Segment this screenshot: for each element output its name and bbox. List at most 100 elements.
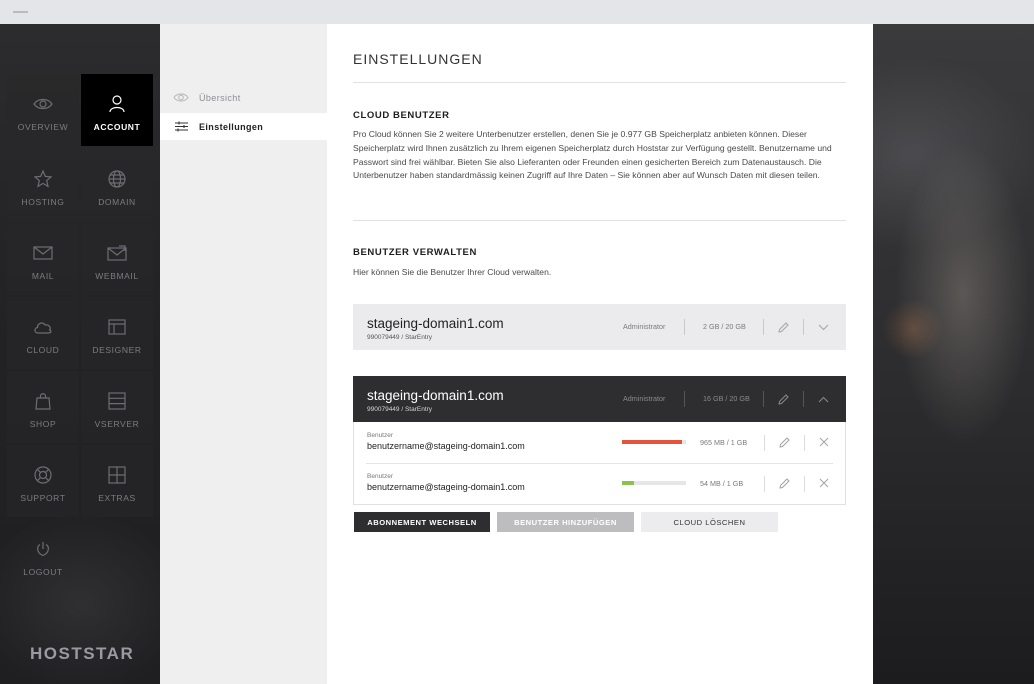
settings-panel: EINSTELLUNGEN CLOUD BENUTZER Pro Cloud k… (327, 24, 873, 684)
user-label: Benutzer (367, 473, 394, 480)
nav-label: DESIGNER (92, 345, 142, 355)
shopping-bag-icon (32, 391, 54, 411)
submenu-item-overview[interactable]: Übersicht (160, 84, 327, 111)
separator (763, 391, 764, 407)
domain-storage: 16 GB / 20 GB (703, 394, 750, 403)
domain-name: stageing-domain1.com (367, 388, 504, 403)
separator (684, 391, 685, 407)
separator (684, 319, 685, 335)
nav-cloud[interactable]: CLOUD (7, 297, 79, 369)
minimize-icon[interactable] (13, 11, 28, 13)
manage-users-heading: BENUTZER VERWALTEN (353, 247, 477, 258)
user-email: benutzername@stageing-domain1.com (367, 482, 525, 492)
separator (764, 476, 765, 492)
main-navigation: OVERVIEW ACCOUNT HOSTING DOMAIN MAIL WEB… (0, 24, 160, 684)
user-storage: 54 MB / 1 GB (700, 479, 744, 488)
edit-pencil-icon[interactable] (775, 319, 791, 335)
manage-users-description: Hier können Sie die Benutzer Ihrer Cloud… (353, 267, 552, 277)
cloud-icon (32, 317, 54, 337)
divider (353, 82, 846, 83)
close-icon[interactable] (816, 475, 832, 491)
nav-label: VSERVER (94, 419, 140, 429)
user-row: Benutzer benutzername@stageing-domain1.c… (354, 463, 845, 504)
webmail-icon (106, 243, 128, 263)
separator (804, 476, 805, 492)
user-row: Benutzer benutzername@stageing-domain1.c… (354, 422, 845, 463)
chevron-down-icon[interactable] (815, 319, 831, 335)
grid-icon (106, 465, 128, 485)
domain-row-expanded[interactable]: stageing-domain1.com 990079449 / StarEnt… (353, 376, 846, 422)
delete-cloud-button[interactable]: CLOUD LÖSCHEN (641, 512, 778, 532)
nav-label: CLOUD (26, 345, 60, 355)
nav-label: DOMAIN (98, 197, 136, 207)
nav-label: OVERVIEW (17, 122, 69, 132)
nav-support[interactable]: SUPPORT (7, 445, 79, 517)
nav-hosting[interactable]: HOSTING (7, 149, 79, 221)
domain-name: stageing-domain1.com (367, 316, 504, 331)
separator (803, 391, 804, 407)
storage-usage-fill (622, 481, 634, 485)
hoststar-logo: HOSTSTAR (30, 644, 135, 663)
nav-label: WEBMAIL (95, 271, 139, 281)
user-icon (106, 94, 128, 114)
cloud-users-description: Pro Cloud können Sie 2 weitere Unterbenu… (353, 129, 832, 181)
storage-usage-fill (622, 440, 683, 444)
power-icon (32, 539, 54, 559)
change-subscription-button[interactable]: ABONNEMENT WECHSELN (354, 512, 490, 532)
nav-domain[interactable]: DOMAIN (81, 149, 153, 221)
nav-label: SHOP (29, 419, 57, 429)
domain-storage: 2 GB / 20 GB (703, 322, 746, 331)
nav-designer[interactable]: DESIGNER (81, 297, 153, 369)
submenu-label: Einstellungen (199, 121, 264, 132)
submenu-item-settings[interactable]: Einstellungen (160, 113, 327, 140)
submenu-label: Übersicht (199, 92, 241, 103)
nav-webmail[interactable]: WEBMAIL (81, 223, 153, 295)
nav-label: SUPPORT (20, 493, 66, 503)
edit-pencil-icon[interactable] (775, 391, 791, 407)
nav-logout[interactable]: LOGOUT (7, 519, 79, 591)
edit-pencil-icon[interactable] (776, 434, 792, 450)
domain-role: Administrator (623, 322, 666, 331)
page-title: EINSTELLUNGEN (353, 51, 483, 67)
nav-label: EXTRAS (98, 493, 136, 503)
nav-label: LOGOUT (23, 567, 63, 577)
envelope-icon (32, 243, 54, 263)
domain-role: Administrator (623, 394, 666, 403)
user-label: Benutzer (367, 432, 394, 439)
storage-usage-bar (622, 440, 686, 444)
background-photo-right (873, 24, 1034, 684)
star-icon (32, 169, 54, 189)
nav-shop[interactable]: SHOP (7, 371, 79, 443)
domain-contract: 990079449 / StarEntry (367, 334, 433, 341)
separator (764, 435, 765, 451)
nav-overview[interactable]: OVERVIEW (7, 74, 79, 146)
cloud-users-heading: CLOUD BENUTZER (353, 110, 450, 121)
divider (353, 220, 846, 221)
storage-usage-bar (622, 481, 686, 485)
nav-label: ACCOUNT (93, 122, 141, 132)
account-submenu: Übersicht Einstellungen (160, 24, 327, 684)
nav-account[interactable]: ACCOUNT (81, 74, 153, 146)
window-titlebar (0, 0, 1034, 24)
domain-contract: 990079449 / StarEntry (367, 406, 433, 413)
separator (804, 435, 805, 451)
layout-icon (106, 317, 128, 337)
eye-icon (173, 92, 189, 104)
edit-pencil-icon[interactable] (776, 475, 792, 491)
eye-icon (32, 94, 54, 114)
nav-vserver[interactable]: VSERVER (81, 371, 153, 443)
close-icon[interactable] (816, 434, 832, 450)
server-icon (106, 391, 128, 411)
lifebuoy-icon (32, 465, 54, 485)
nav-label: HOSTING (21, 197, 65, 207)
user-storage: 965 MB / 1 GB (700, 438, 748, 447)
sliders-icon (173, 121, 189, 133)
nav-mail[interactable]: MAIL (7, 223, 79, 295)
add-user-button[interactable]: BENUTZER HINZUFÜGEN (497, 512, 634, 532)
user-email: benutzername@stageing-domain1.com (367, 441, 525, 451)
nav-extras[interactable]: EXTRAS (81, 445, 153, 517)
domain-row[interactable]: stageing-domain1.com 990079449 / StarEnt… (353, 304, 846, 350)
nav-label: MAIL (31, 271, 55, 281)
chevron-up-icon[interactable] (815, 391, 831, 407)
separator (763, 319, 764, 335)
